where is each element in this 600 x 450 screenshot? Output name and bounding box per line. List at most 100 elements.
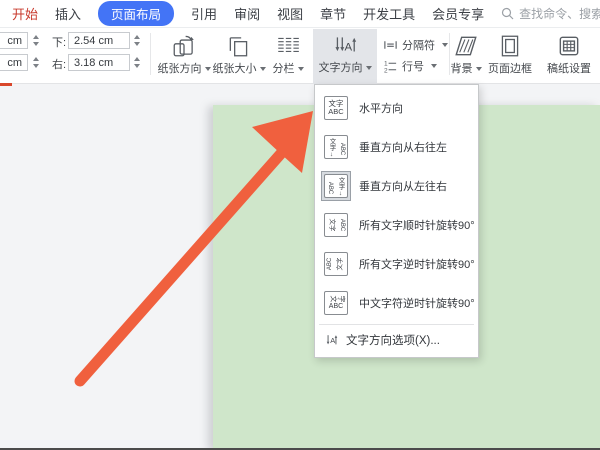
- paper-size-label: 纸张大小: [213, 63, 257, 75]
- margin-stepper-top: [30, 32, 42, 49]
- margin-field-bottom-partial[interactable]: cm: [0, 54, 28, 71]
- dropdown-item-label: 中文字符逆时针旋转90°: [359, 295, 475, 311]
- separator-label: 分隔符: [402, 37, 435, 53]
- icon-cell: 文字↓ABC: [321, 132, 351, 162]
- caret-down-icon: [298, 67, 304, 71]
- bottom-margin-field[interactable]: 2.54 cm: [68, 32, 130, 49]
- icon-cell: 文字 ABC: [321, 288, 351, 318]
- menu-bar: 开始 插入 页面布局 引用 审阅 视图 章节 开发工具 会员专享 查找命令、搜索…: [0, 0, 600, 28]
- tab-reference[interactable]: 引用: [191, 4, 217, 23]
- icon-cell-selected: 文字↓ABC: [321, 171, 351, 201]
- caret-down-icon: [366, 66, 372, 70]
- tab-dev-tools[interactable]: 开发工具: [363, 4, 415, 23]
- right-margin-value: 3.18 cm: [74, 57, 113, 69]
- dropdown-item-rotate-all-ccw[interactable]: ABC文字 所有文字逆时针旋转90°: [315, 244, 478, 283]
- icon-cell: 文字ABC: [321, 210, 351, 240]
- rotate-chinese-ccw-icon: 文字 ABC: [324, 291, 348, 315]
- dropdown-item-rotate-all-cw[interactable]: 文字ABC 所有文字顺时针旋转90°: [315, 205, 478, 244]
- toolbar-divider: [150, 33, 151, 75]
- tab-insert[interactable]: 插入: [55, 4, 81, 23]
- stepper-up-icon[interactable]: [134, 35, 140, 39]
- stepper-up-icon[interactable]: [33, 57, 39, 61]
- ruler-margin-marker: [0, 83, 12, 86]
- ribbon-toolbar: cm 下: 2.54 cm cm 右: 3.18 cm: [0, 28, 600, 84]
- tab-home[interactable]: 开始: [12, 4, 38, 23]
- dropdown-item-label: 文字方向选项(X)...: [346, 332, 440, 348]
- background-icon: [453, 33, 479, 59]
- stepper-down-icon[interactable]: [134, 64, 140, 68]
- line-number-icon: 1 2: [383, 59, 398, 74]
- dropdown-item-horizontal[interactable]: 文字ABC 水平方向: [315, 88, 478, 127]
- dropdown-item-label: 所有文字顺时针旋转90°: [359, 217, 475, 233]
- margin-stepper-bottom: [30, 54, 42, 71]
- dropdown-item-label: 垂直方向从左往右: [359, 178, 447, 194]
- wps-writer-window: 开始 插入 页面布局 引用 审阅 视图 章节 开发工具 会员专享 查找命令、搜索…: [0, 0, 600, 450]
- stepper-down-icon[interactable]: [33, 42, 39, 46]
- grid-paper-label: 稿纸设置: [547, 63, 591, 75]
- columns-label: 分栏: [273, 63, 295, 75]
- grid-paper-button[interactable]: 稿纸设置: [542, 30, 596, 82]
- background-button[interactable]: 背景: [442, 30, 490, 82]
- icon-cell: ABC文字: [321, 249, 351, 279]
- dropdown-item-label: 所有文字逆时针旋转90°: [359, 256, 475, 272]
- margin-field-top-partial[interactable]: cm: [0, 32, 28, 49]
- stepper-up-icon[interactable]: [33, 35, 39, 39]
- separator-button[interactable]: 分隔符: [383, 37, 448, 53]
- command-search-box[interactable]: 查找命令、搜索模板: [501, 5, 600, 22]
- icon-cell: 文字ABC: [321, 93, 351, 123]
- tab-view[interactable]: 视图: [277, 4, 303, 23]
- search-placeholder: 查找命令、搜索模板: [519, 5, 600, 22]
- caret-down-icon: [431, 64, 437, 68]
- rotate-all-cw-icon: 文字ABC: [324, 213, 348, 237]
- horizontal-text-icon: 文字ABC: [324, 96, 348, 120]
- stepper-down-icon[interactable]: [134, 42, 140, 46]
- svg-text:A: A: [344, 41, 352, 53]
- paper-orientation-icon: [171, 33, 197, 59]
- bottom-margin-label: 下:: [52, 34, 66, 50]
- dropdown-item-options[interactable]: A 文字方向选项(X)...: [315, 327, 478, 353]
- page-border-button[interactable]: 页面边框: [484, 30, 536, 82]
- text-direction-label: 文字方向: [319, 62, 363, 74]
- tab-page-layout[interactable]: 页面布局: [98, 1, 174, 26]
- background-label: 背景: [451, 63, 473, 75]
- line-number-button[interactable]: 1 2 行号: [383, 58, 437, 74]
- caret-down-icon: [260, 67, 266, 71]
- caret-down-icon: [205, 67, 211, 71]
- stepper-up-icon[interactable]: [134, 57, 140, 61]
- paper-orientation-button[interactable]: 纸张方向: [155, 30, 213, 82]
- text-direction-button[interactable]: A 文字方向: [313, 29, 377, 84]
- svg-text:A: A: [330, 336, 335, 345]
- paper-size-button[interactable]: 纸张大小: [212, 30, 266, 82]
- separator-icon: [383, 38, 398, 53]
- dropdown-item-label: 垂直方向从右往左: [359, 139, 447, 155]
- tab-section[interactable]: 章节: [320, 4, 346, 23]
- page-border-label: 页面边框: [488, 63, 532, 75]
- grid-paper-icon: [556, 33, 582, 59]
- right-margin-stepper: [131, 54, 143, 71]
- dropdown-item-vertical-rtl[interactable]: 文字↓ABC 垂直方向从右往左: [315, 127, 478, 166]
- caret-down-icon: [476, 67, 482, 71]
- vertical-ltr-icon: 文字↓ABC: [324, 174, 348, 198]
- dropdown-separator: [319, 324, 474, 325]
- right-margin-field[interactable]: 3.18 cm: [68, 54, 130, 71]
- text-direction-options-icon: A: [325, 333, 339, 347]
- svg-text:1: 1: [384, 60, 388, 67]
- vertical-rtl-icon: 文字↓ABC: [324, 135, 348, 159]
- dropdown-item-label: 水平方向: [359, 100, 403, 116]
- columns-icon: [275, 33, 301, 59]
- margin-field-bottom-value: cm: [7, 57, 22, 69]
- search-icon: [501, 7, 514, 20]
- dropdown-item-vertical-ltr[interactable]: 文字↓ABC 垂直方向从左往右: [315, 166, 478, 205]
- svg-text:2: 2: [384, 67, 388, 73]
- page-border-icon: [497, 33, 523, 59]
- rotate-all-ccw-icon: ABC文字: [324, 252, 348, 276]
- paper-size-icon: [226, 33, 252, 59]
- text-direction-dropdown: 文字ABC 水平方向 文字↓ABC 垂直方向从右往左 文字↓ABC 垂直方向从左…: [314, 84, 479, 358]
- columns-button[interactable]: 分栏: [266, 30, 310, 82]
- paper-orientation-label: 纸张方向: [158, 63, 202, 75]
- tab-review[interactable]: 审阅: [234, 4, 260, 23]
- dropdown-item-rotate-chinese-ccw[interactable]: 文字 ABC 中文字符逆时针旋转90°: [315, 283, 478, 322]
- tab-member[interactable]: 会员专享: [432, 4, 484, 23]
- right-margin-label: 右:: [52, 56, 66, 72]
- stepper-down-icon[interactable]: [33, 64, 39, 68]
